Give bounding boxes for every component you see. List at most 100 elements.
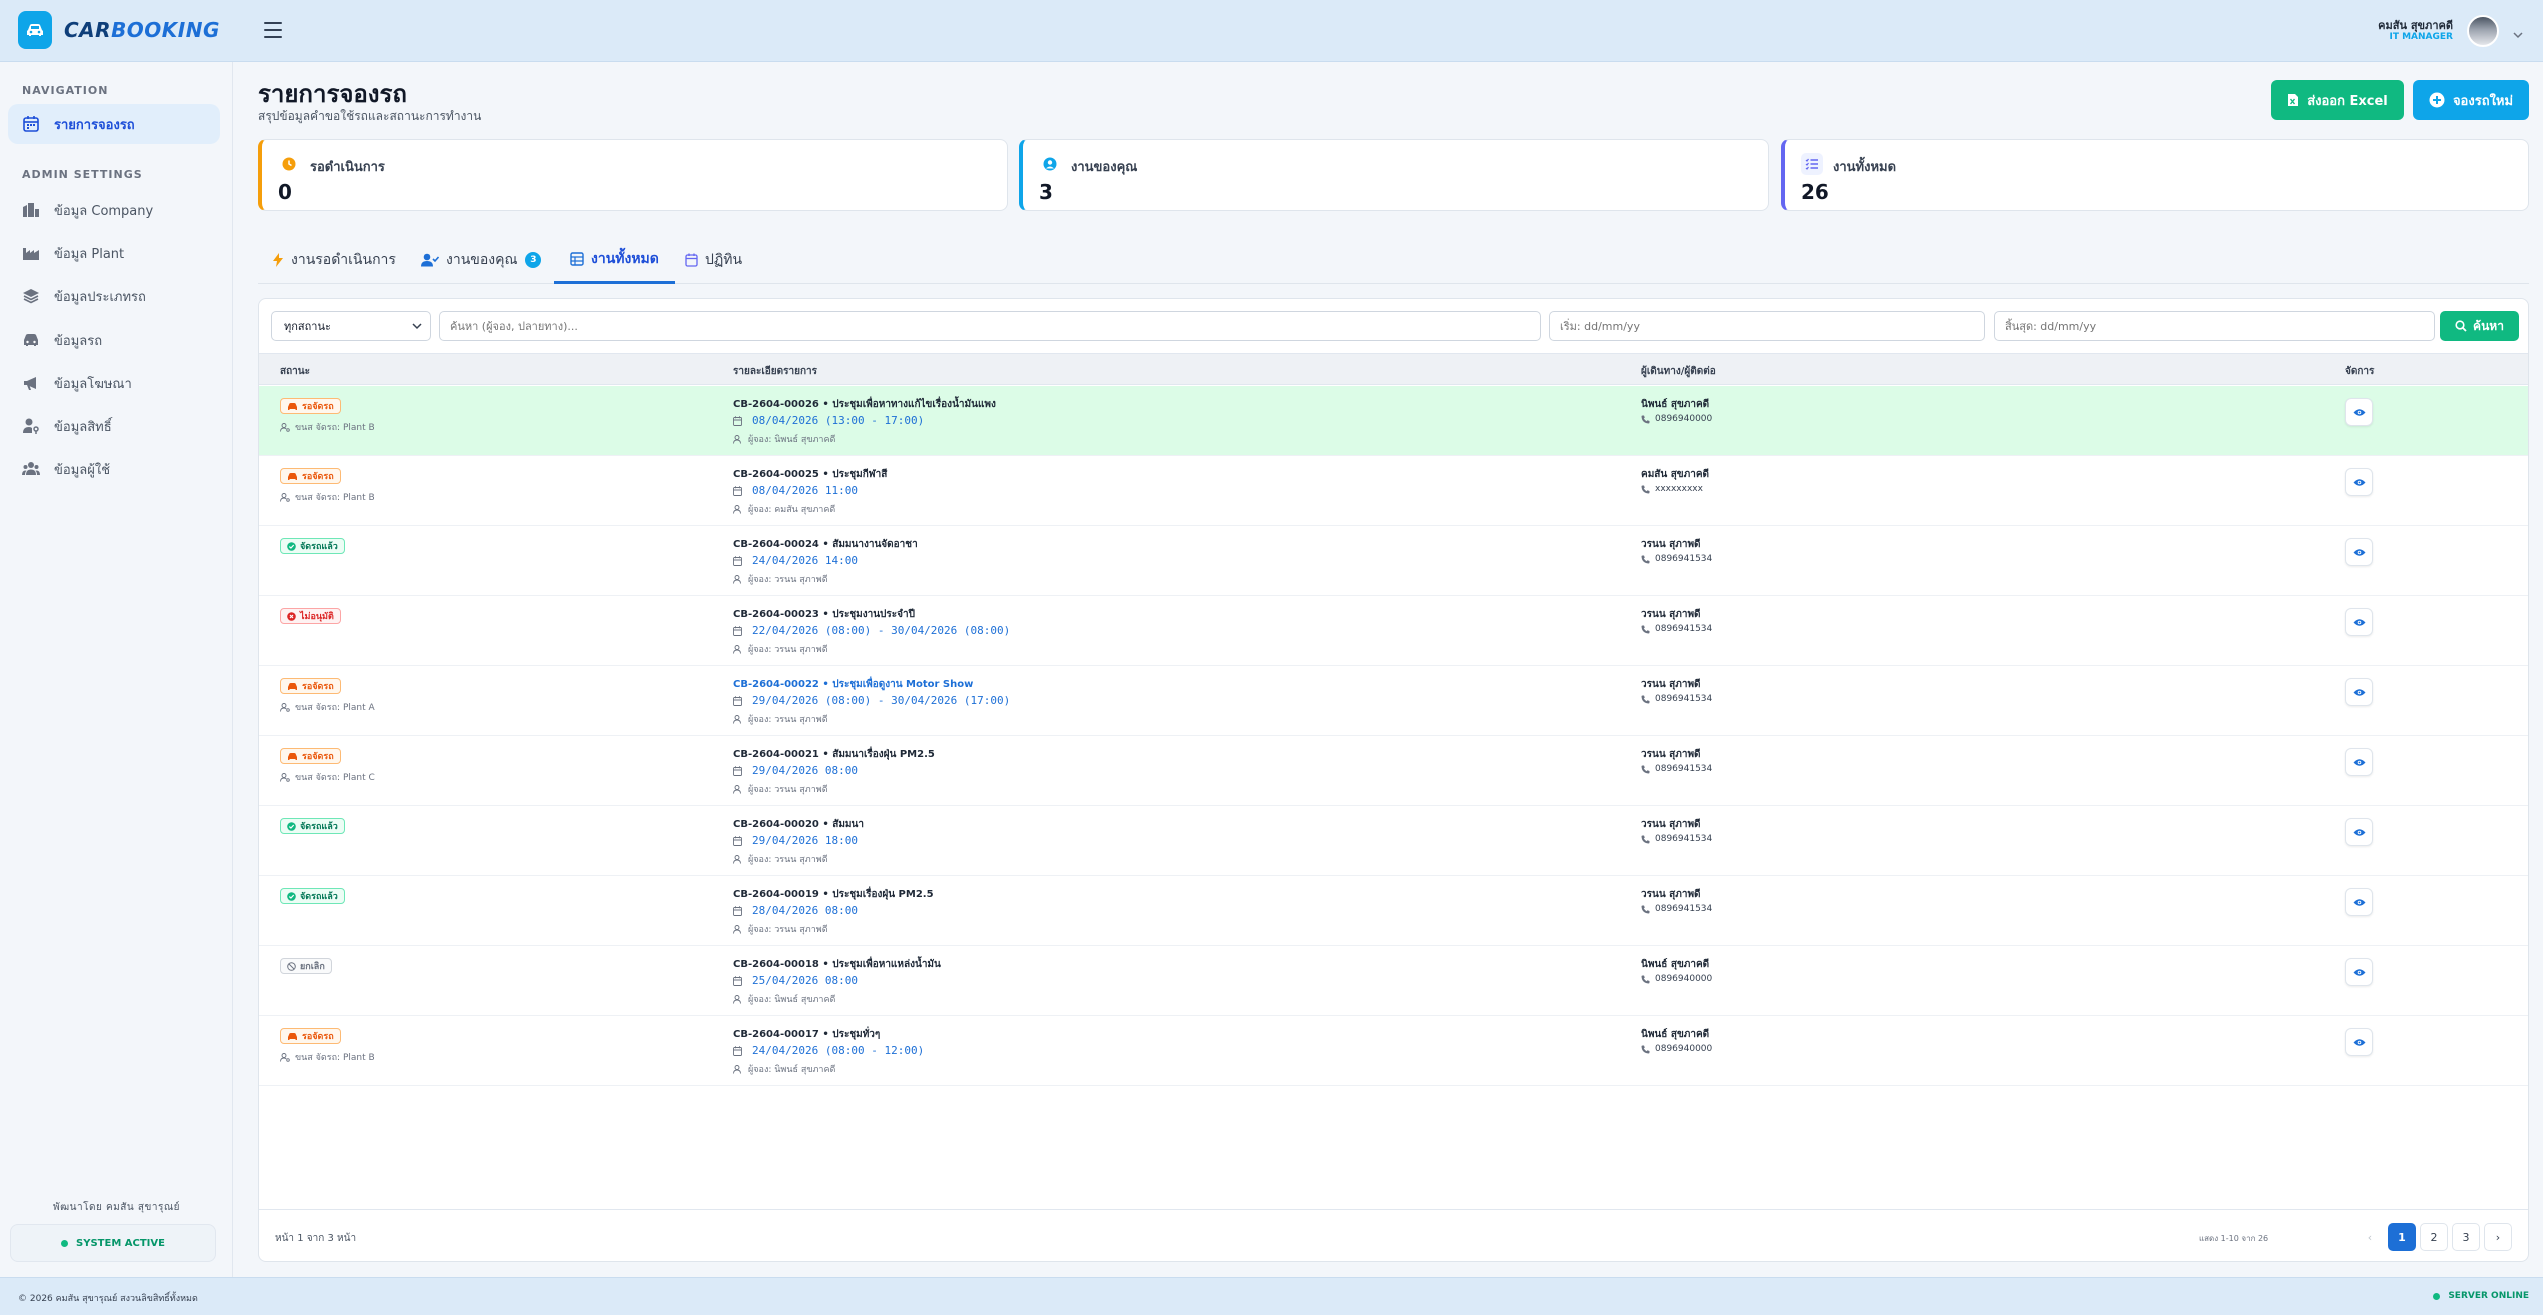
table-row[interactable]: รอจัดรถ ขนส จัดรถ: Plant B CB-2604-00026 •… <box>259 386 2528 456</box>
bookings-panel: ทุกสถานะ ค้นหา สถานะ รายละเอียดรายการ ผู… <box>258 298 2529 1262</box>
search-icon <box>2455 320 2467 332</box>
phone-icon <box>1641 905 1650 913</box>
sidebar-item-label: ข้อมูลรถ <box>54 333 103 349</box>
view-booking-button[interactable] <box>2345 608 2373 636</box>
sidebar-item-label: ข้อมูลประเภทรถ <box>54 289 146 305</box>
chevron-down-icon[interactable] <box>2513 24 2523 43</box>
calendar-icon <box>685 253 698 267</box>
table-row[interactable]: ยกเลิก CB-2604-00018 • ประชุมเพื่อหาแหล่ง… <box>259 946 2528 1016</box>
booking-date-text: 28/04/2026 08:00 <box>752 904 858 917</box>
sidebar-item-company[interactable]: ข้อมูล Company <box>8 190 220 230</box>
status-badge: จัดรถแล้ว <box>280 888 345 904</box>
user-check-icon <box>421 253 439 267</box>
menu-toggle-icon[interactable] <box>262 19 284 41</box>
page-button-1[interactable]: 1 <box>2388 1223 2416 1251</box>
eye-icon <box>2353 408 2365 416</box>
calendar-icon <box>733 765 742 776</box>
new-booking-button[interactable]: จองรถใหม่ <box>2413 80 2529 120</box>
sidebar: NAVIGATION รายการจองรถ ADMIN SETTINGS ข้… <box>0 62 233 1277</box>
table-row[interactable]: รอจัดรถ ขนส จัดรถ: Plant C CB-2604-00021 •… <box>259 736 2528 806</box>
page-button-2[interactable]: 2 <box>2420 1223 2448 1251</box>
user-icon <box>733 504 741 514</box>
booking-date-text: 24/04/2026 (08:00 - 12:00) <box>752 1044 925 1057</box>
contact-phone-text: 0896941534 <box>1655 624 1713 634</box>
status-badge: รอจัดรถ <box>280 678 341 694</box>
tab-bar: งานรอดำเนินการ งานของคุณ 3 งานทั้งหมด ปฏ… <box>258 236 2529 284</box>
end-date-input[interactable] <box>1994 311 2435 341</box>
view-booking-button[interactable] <box>2345 748 2373 776</box>
contact-phone: 0896941534 <box>1641 694 1712 704</box>
page-button-3[interactable]: 3 <box>2452 1223 2480 1251</box>
sidebar-item-car-type[interactable]: ข้อมูลประเภทรถ <box>8 276 220 316</box>
users-icon <box>22 462 40 475</box>
tab-all[interactable]: งานทั้งหมด <box>554 236 675 284</box>
view-booking-button[interactable] <box>2345 398 2373 426</box>
table-row[interactable]: ไม่อนุมัติ CB-2604-00023 • ประชุมงานประจำ… <box>259 596 2528 666</box>
search-button[interactable]: ค้นหา <box>2440 311 2519 341</box>
x-circle-icon <box>287 611 296 621</box>
avatar[interactable] <box>2467 15 2499 47</box>
view-booking-button[interactable] <box>2345 958 2373 986</box>
booker: ผู้จอง: นิพนธ์ สุขภาคดี <box>733 432 835 446</box>
eye-icon <box>2353 828 2365 836</box>
table-row[interactable]: จัดรถแล้ว CB-2604-00020 • สัมมนา 29/04/202… <box>259 806 2528 876</box>
status-badge: รอจัดรถ <box>280 468 341 484</box>
start-date-input[interactable] <box>1549 311 1985 341</box>
sidebar-item-users[interactable]: ข้อมูลผู้ใช้ <box>8 449 220 489</box>
sidebar-item-permission[interactable]: ข้อมูลสิทธิ์ <box>8 406 220 446</box>
copyright: © 2026 คมสัน สุขารุณย์ สงวนลิขสิทธิ์ทั้ง… <box>18 1294 198 1304</box>
status-filter-select[interactable]: ทุกสถานะ <box>271 311 431 341</box>
stat-card-pending[interactable]: รอดำเนินการ 0 <box>258 139 1008 211</box>
tab-label: งานรอดำเนินการ <box>291 252 396 268</box>
system-status-text: SYSTEM ACTIVE <box>76 1237 165 1249</box>
view-booking-button[interactable] <box>2345 468 2373 496</box>
sidebar-item-bookings[interactable]: รายการจองรถ <box>8 104 220 144</box>
phone-icon <box>1641 695 1650 703</box>
stat-card-mine[interactable]: งานของคุณ 3 <box>1019 139 1769 211</box>
view-booking-button[interactable] <box>2345 888 2373 916</box>
car-logo-icon[interactable] <box>18 11 52 49</box>
sidebar-item-label: ข้อมูลโฆษณา <box>54 376 132 392</box>
sidebar-item-label: รายการจองรถ <box>54 117 135 133</box>
page-summary: หน้า 1 จาก 3 หน้า <box>275 1233 357 1244</box>
search-input[interactable] <box>439 311 1541 341</box>
plant-assignment: ขนส จัดรถ: Plant C <box>280 770 375 784</box>
stat-card-all[interactable]: งานทั้งหมด 26 <box>1781 139 2529 211</box>
eye-icon <box>2353 898 2365 906</box>
tab-mine[interactable]: งานของคุณ 3 <box>421 236 542 284</box>
booking-title: CB-2604-00020 • สัมมนา <box>733 819 864 830</box>
booking-title: CB-2604-00019 • ประชุมเรื่องฝุ่น PM2.5 <box>733 889 934 900</box>
sidebar-item-plant[interactable]: ข้อมูล Plant <box>8 233 220 273</box>
page-range-info: แสดง 1-10 จาก 26 <box>2199 1234 2269 1243</box>
brand-name[interactable]: CARBOOKING <box>64 18 220 42</box>
eye-icon <box>2353 478 2365 486</box>
sidebar-item-car[interactable]: ข้อมูลรถ <box>8 320 220 360</box>
tab-calendar[interactable]: ปฏิทิน <box>685 236 742 284</box>
calendar-icon <box>733 485 742 496</box>
view-booking-button[interactable] <box>2345 538 2373 566</box>
table-row[interactable]: จัดรถแล้ว CB-2604-00019 • ประชุมเรื่องฝุ่… <box>259 876 2528 946</box>
sidebar-item-ads[interactable]: ข้อมูลโฆษณา <box>8 363 220 403</box>
view-booking-button[interactable] <box>2345 1028 2373 1056</box>
export-excel-button[interactable]: ส่งออก Excel <box>2271 80 2404 120</box>
tab-pending[interactable]: งานรอดำเนินการ <box>272 236 396 284</box>
megaphone-icon <box>24 377 36 390</box>
booker: ผู้จอง: วรนน สุภาพดี <box>733 922 828 936</box>
calendar-icon <box>733 1045 742 1056</box>
column-header-details: รายละเอียดรายการ <box>733 366 818 377</box>
calendar-icon <box>733 625 742 636</box>
booking-title: CB-2604-00018 • ประชุมเพื่อหาแหล่งน้ำมัน <box>733 959 941 970</box>
table-row[interactable]: จัดรถแล้ว CB-2604-00024 • สัมมนางานจัดอาช… <box>259 526 2528 596</box>
table-row[interactable]: รอจัดรถ ขนส จัดรถ: Plant B CB-2604-00017 •… <box>259 1016 2528 1086</box>
table-row[interactable]: รอจัดรถ ขนส จัดรถ: Plant B CB-2604-00025 •… <box>259 456 2528 526</box>
booking-title: CB-2604-00026 • ประชุมเพื่อหาทางแก้ไขเรื… <box>733 399 996 410</box>
view-booking-button[interactable] <box>2345 678 2373 706</box>
next-page-button[interactable]: › <box>2484 1223 2512 1251</box>
view-booking-button[interactable] <box>2345 818 2373 846</box>
booker: ผู้จอง: วรนน สุภาพดี <box>733 782 828 796</box>
booking-title[interactable]: CB-2604-00022 • ประชุมเพื่อดูงาน Motor S… <box>733 677 973 692</box>
table-row[interactable]: รอจัดรถ ขนส จัดรถ: Plant A CB-2604-00022 •… <box>259 666 2528 736</box>
sidebar-item-label: ข้อมูลผู้ใช้ <box>54 462 111 478</box>
status-text: รอจัดรถ <box>302 1032 334 1042</box>
prev-page-button[interactable]: ‹ <box>2356 1223 2384 1251</box>
